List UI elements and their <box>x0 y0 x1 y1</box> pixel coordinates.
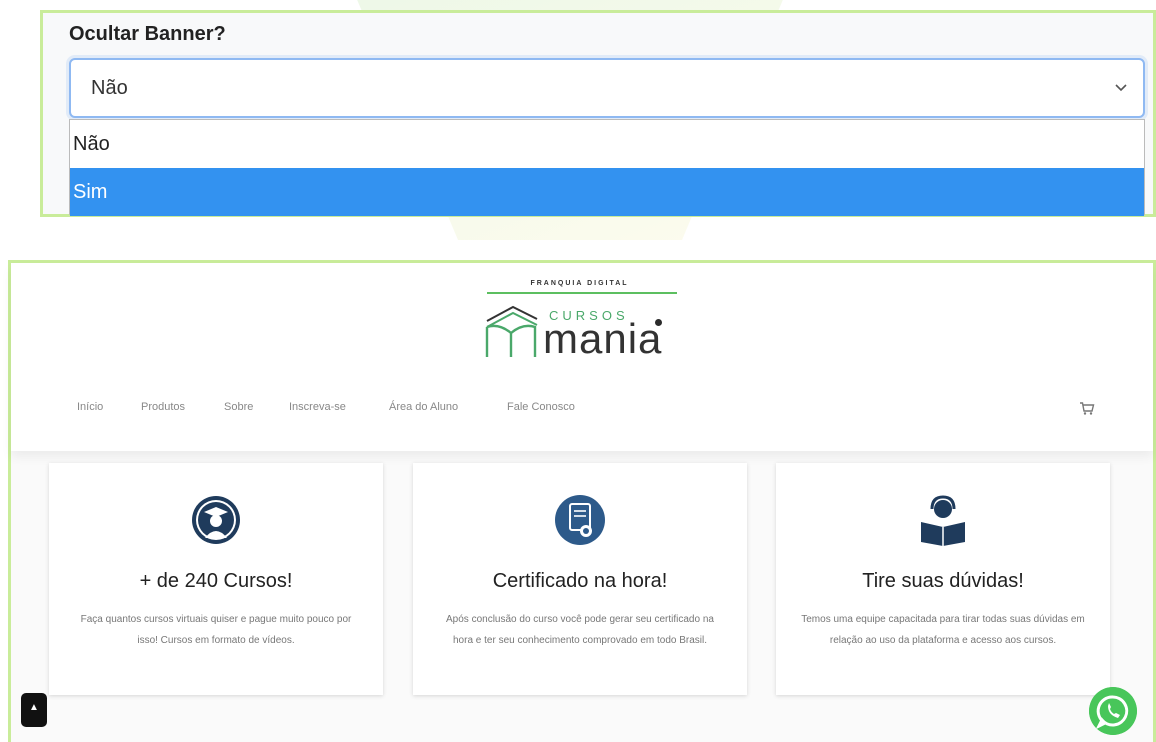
chevron-down-icon <box>1115 84 1127 92</box>
card-description: Temos uma equipe capacitada para tirar t… <box>801 614 1085 646</box>
nav-fale-conosco[interactable]: Fale Conosco <box>507 401 575 413</box>
option-sim[interactable]: Sim <box>70 168 1144 216</box>
logo-brand: mania <box>543 315 663 362</box>
nav-inscreva-se[interactable]: Inscreva-se <box>289 401 346 413</box>
option-nao[interactable]: Não <box>70 120 1144 168</box>
logo-book-icon <box>485 305 538 357</box>
nav-produtos[interactable]: Produtos <box>141 401 185 413</box>
hide-banner-label: Ocultar Banner? <box>69 23 226 45</box>
card-title: Certificado na hora! <box>492 570 668 592</box>
logo-tagline: FRANQUIA DIGITAL <box>530 280 629 287</box>
nav-sobre[interactable]: Sobre <box>224 401 253 413</box>
card-description: Faça quantos cursos virtuais quiser e pa… <box>80 614 352 646</box>
support-reader-icon <box>921 495 965 546</box>
card-description: Após conclusão do curso você pode gerar … <box>446 614 714 646</box>
select-current-value: Não <box>91 77 128 99</box>
cart-icon[interactable] <box>1079 400 1095 416</box>
select-options-list: Não Sim <box>69 119 1145 216</box>
feature-card-certificate: Certificado na hora! Após conclusão do c… <box>413 463 747 695</box>
arrow-up-icon: ▲ <box>29 702 39 713</box>
feature-card-support: Tire suas dúvidas! Temos uma equipe capa… <box>776 463 1110 695</box>
hide-banner-select[interactable]: Não <box>69 58 1145 118</box>
nav-area-do-aluno[interactable]: Área do Aluno <box>389 401 458 413</box>
logo-divider <box>487 292 677 294</box>
feature-card-courses: + de 240 Cursos! Faça quantos cursos vir… <box>49 463 383 695</box>
graduate-icon <box>192 496 240 544</box>
site-header: FRANQUIA DIGITAL CURSOS mania Início Pro… <box>11 263 1153 451</box>
hide-banner-setting: Ocultar Banner? Não Não Sim <box>40 10 1156 217</box>
scroll-to-top-button[interactable]: ▲ <box>21 693 47 727</box>
site-preview: FRANQUIA DIGITAL CURSOS mania Início Pro… <box>8 260 1156 742</box>
card-title: Tire suas dúvidas! <box>862 570 1024 592</box>
card-title: + de 240 Cursos! <box>139 570 293 592</box>
certificate-icon <box>555 495 605 545</box>
whatsapp-icon[interactable] <box>1089 687 1137 735</box>
nav-inicio[interactable]: Início <box>77 401 103 413</box>
